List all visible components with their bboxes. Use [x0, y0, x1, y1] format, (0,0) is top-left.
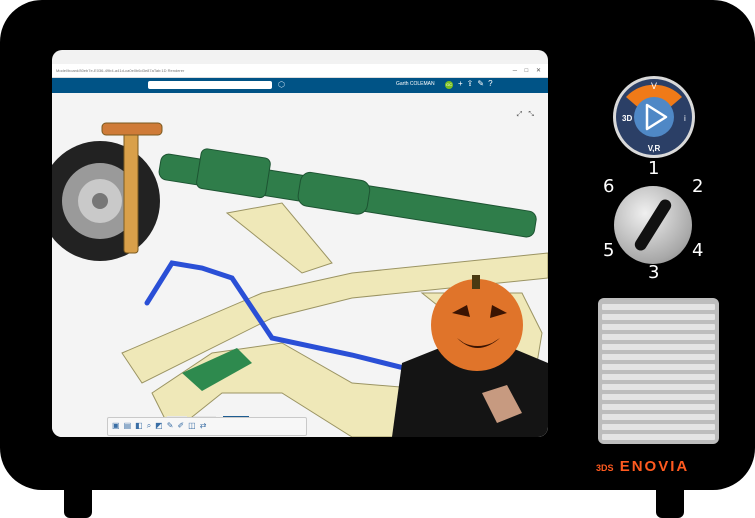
section-icon[interactable]: ◧ [135, 421, 147, 430]
view-controls: ⤢⤡ [517, 111, 540, 119]
help-icon[interactable]: ? [488, 79, 496, 88]
compass-top-label: V [651, 81, 657, 91]
compass-widget[interactable]: V 3D i V,R [612, 75, 696, 159]
toolbar-icons: +⇪✎? [458, 79, 497, 88]
action-bar-icons: ▣▤◧⌕◩✎✐◫⇄ [112, 421, 210, 431]
dial-number-6[interactable]: 6 [603, 176, 614, 197]
view-icon[interactable]: ◩ [155, 421, 167, 430]
share-icon[interactable]: ⇪ [467, 79, 478, 88]
tv-frame: Model/board/80eb7e-E036-49b4-a41d-ca0e0b… [0, 0, 755, 490]
dial-number-5[interactable]: 5 [603, 240, 614, 261]
3d-viewport[interactable] [52, 93, 548, 437]
dial-number-1[interactable]: 1 [648, 158, 659, 179]
plus-icon[interactable]: + [458, 79, 467, 88]
share-view-icon[interactable]: ⇄ [200, 421, 211, 430]
dial-knob-slot [632, 197, 674, 253]
tv-foot-right [656, 486, 684, 518]
compass-vr-label: V,R [648, 144, 661, 153]
tag-icon[interactable]: ⬡ [278, 80, 285, 89]
select-icon[interactable]: ▣ [112, 421, 124, 430]
address-bar[interactable]: Model/board/80eb7e-E036-49b4-a41d-ca0e0b… [52, 64, 548, 78]
camera-icon[interactable]: ◫ [188, 421, 200, 430]
expand-icon[interactable]: ⤢ [517, 111, 529, 118]
search-input[interactable] [148, 81, 272, 89]
compass-info-label: i [684, 114, 686, 123]
zoom-icon[interactable]: ⌕ [147, 421, 155, 430]
dial-number-3[interactable]: 3 [648, 262, 659, 283]
fit-icon[interactable]: ▤ [124, 421, 136, 430]
measure-icon[interactable]: ✎ [167, 421, 178, 430]
logo-mark: 3DS [596, 463, 614, 473]
user-avatar[interactable]: GC [445, 81, 453, 89]
tv-foot-left [64, 486, 92, 518]
channel-dial[interactable] [614, 186, 692, 264]
logo-text: ENOVIA [619, 458, 690, 475]
action-bar: ▣▤◧⌕◩✎✐◫⇄ [107, 417, 307, 436]
app-top-bar: ⬡ Garth COLEMAN GC +⇪✎? [52, 78, 548, 93]
screen: Model/board/80eb7e-E036-49b4-a41d-ca0e0b… [52, 50, 548, 437]
compass-3d-label: 3D [622, 114, 632, 123]
enovia-logo: 3DS ENOVIA [596, 458, 689, 475]
window-controls[interactable]: ─ □ ✕ [513, 64, 544, 77]
speaker-grille [598, 298, 719, 444]
viewer-tabs: Close Search Standard [167, 408, 251, 423]
fullscreen-icon[interactable]: ⤡ [528, 111, 540, 118]
dial-number-4[interactable]: 4 [692, 240, 703, 261]
url-text: Model/board/80eb7e-E036-49b4-a41d-ca0e0b… [56, 68, 185, 73]
user-name[interactable]: Garth COLEMAN [396, 81, 435, 87]
dial-number-2[interactable]: 2 [692, 176, 703, 197]
bell-icon[interactable]: ✎ [477, 79, 488, 88]
pen-icon[interactable]: ✐ [177, 421, 188, 430]
